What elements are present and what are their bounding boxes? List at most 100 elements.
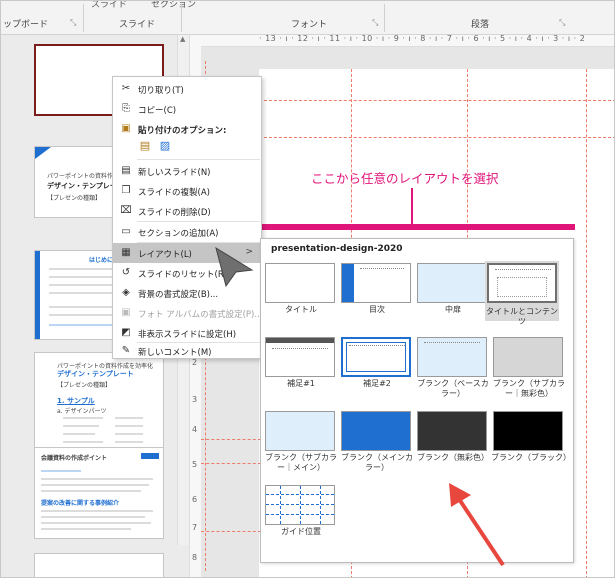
layout-preview-shape	[342, 264, 354, 302]
layout-blank-sub-main[interactable]: ブランク（サブカラー｜メイン）	[265, 411, 337, 472]
ruler-number: 7	[192, 523, 198, 532]
thumbnail-title: はじめに	[89, 257, 114, 264]
paste-picture-icon[interactable]: ▨	[158, 139, 172, 153]
layout-section[interactable]: 中扉	[417, 263, 489, 318]
guide-line	[259, 100, 614, 101]
guide-line	[201, 531, 261, 532]
clipboard-launcher-icon[interactable]: ⤡	[70, 18, 76, 28]
ribbon: スライド セクション ップボード ⤡ スライド フォント ⤡ 段落 ⤡	[1, 1, 614, 35]
menu-item-duplicate-slide[interactable]: ❐ スライドの複製(A)	[113, 181, 261, 201]
layout-preview-shape	[266, 338, 334, 343]
new-slide-icon: ▤	[121, 165, 131, 176]
horizontal-ruler: · 13 · ı · 12 · ı · 11 · ı · 10 · ı · 9 …	[201, 34, 614, 47]
photo-album-icon: ▣	[121, 307, 131, 318]
thumbnail-line	[63, 441, 103, 443]
ruler-number: 4	[192, 425, 198, 434]
menu-item-delete-slide[interactable]: ⌧ スライドの削除(D)	[113, 201, 261, 221]
menu-item-label: フォト アルバムの書式設定(P)...	[138, 310, 263, 320]
thumbnail-line	[63, 425, 99, 427]
ribbon-group-clipboard: ップボード	[3, 20, 49, 30]
ribbon-slide-item[interactable]: スライド	[91, 1, 127, 10]
menu-item-copy[interactable]: ⎘ コピー(C)	[113, 99, 261, 119]
layout-thumbnail	[493, 411, 563, 451]
thumbnail-line	[41, 470, 81, 472]
ribbon-separator	[384, 4, 385, 32]
menu-separator	[137, 159, 260, 160]
menu-item-label: セクションの追加(A)	[138, 229, 219, 239]
layout-title-content[interactable]: タイトルとコンテンツ	[485, 261, 559, 326]
layout-blank-sub-neutral[interactable]: ブランク（サブカラー｜無彩色）	[493, 337, 565, 398]
delete-slide-icon: ⌧	[120, 205, 132, 216]
layout-caption: 中扉	[445, 305, 461, 314]
paste-keep-format-icon[interactable]: ▤	[138, 139, 152, 153]
layout-preview-line	[272, 348, 328, 349]
layout-icon: ▦	[121, 247, 131, 258]
guide-line	[201, 439, 261, 440]
layout-caption: 目次	[369, 305, 385, 314]
paragraph-launcher-icon[interactable]: ⤡	[559, 18, 565, 28]
layout-toc[interactable]: 目次	[341, 263, 413, 318]
slide-thumbnail-5[interactable]: 会議資料の作成ポイント 提案の改善に関する事例紹介	[34, 447, 164, 539]
thumbnail-section: 1. サンプル	[57, 397, 95, 405]
layout-supplement-1[interactable]: 補足#1	[265, 337, 337, 392]
layout-thumbnail	[265, 411, 335, 451]
layout-thumbnail	[265, 485, 335, 525]
thumbnail-title: デザイン・テンプレート	[57, 370, 134, 378]
menu-item-label: スライドの複製(A)	[138, 188, 210, 198]
menu-item-label: 背景の書式設定(B)...	[138, 290, 219, 300]
annotation-connector	[411, 188, 413, 224]
layout-preview-line	[349, 345, 405, 346]
thumbnail-line	[41, 522, 151, 524]
thumbnail-line	[115, 425, 143, 427]
menu-item-label: 新しいスライド(N)	[138, 168, 211, 178]
layout-thumbnail	[417, 337, 487, 377]
thumbnail-item: a. デザインパーツ	[57, 408, 107, 415]
layout-preview-line	[424, 342, 480, 343]
layout-blank-neutral[interactable]: ブランク（無彩色）	[417, 411, 489, 466]
slide-thumbnail-6[interactable]	[34, 553, 164, 577]
context-menu: ✂ 切り取り(T) ⎘ コピー(C) ▣ 貼り付けのオプション: ▤ ▨ ▤ 新…	[112, 76, 262, 359]
ribbon-group-font: フォント	[291, 20, 328, 30]
thumbnail-line	[115, 417, 143, 419]
layout-caption: ブランク（ブラック）	[491, 453, 571, 462]
font-launcher-icon[interactable]: ⤡	[372, 18, 378, 28]
menu-item-new-slide[interactable]: ▤ 新しいスライド(N)	[113, 161, 261, 181]
thumbnail-line	[41, 510, 153, 512]
guide-line	[201, 463, 261, 464]
ruler-number: 8	[192, 553, 198, 562]
layout-preview-line	[266, 494, 334, 495]
layout-preview-box	[497, 277, 547, 297]
layout-preview-box	[346, 342, 406, 372]
menu-item-hide-slide[interactable]: ◩ 非表示スライドに設定(H)	[113, 323, 261, 343]
layout-thumbnail	[265, 263, 335, 303]
layout-caption: ブランク（サブカラー｜メイン）	[265, 453, 337, 472]
layout-title[interactable]: タイトル	[265, 263, 337, 318]
layout-preview-line	[495, 269, 551, 270]
thumbnail-line	[41, 478, 153, 480]
layout-caption: 補足#1	[287, 379, 315, 388]
layout-preview-line	[266, 514, 334, 515]
layout-thumbnail	[417, 263, 487, 303]
ribbon-group-paragraph: 段落	[471, 20, 490, 30]
scroll-up-icon[interactable]: ▲	[180, 35, 185, 43]
layout-preview-line	[320, 486, 321, 524]
layout-blank-base[interactable]: ブランク（ベースカラー）	[417, 337, 489, 398]
thumbnail-line	[41, 490, 141, 492]
layout-supplement-2[interactable]: 補足#2	[341, 337, 413, 392]
menu-item-add-section[interactable]: ▭ セクションの追加(A)	[113, 222, 261, 242]
layout-thumbnail	[341, 411, 411, 451]
layout-caption: ブランク（無彩色）	[417, 453, 489, 462]
ribbon-separator	[181, 4, 182, 32]
powerpoint-window: スライド セクション ップボード ⤡ スライド フォント ⤡ 段落 ⤡ パワーポ…	[0, 0, 615, 578]
menu-item-new-comment[interactable]: ✎ 新しいコメント(M)	[113, 341, 261, 361]
duplicate-slide-icon: ❐	[121, 185, 131, 196]
menu-item-cut[interactable]: ✂ 切り取り(T)	[113, 79, 261, 99]
layout-blank-main[interactable]: ブランク（メインカラー）	[341, 411, 413, 472]
layout-caption: ブランク（サブカラー｜無彩色）	[493, 379, 565, 398]
ruler-number: 5	[192, 460, 198, 469]
layout-blank-black[interactable]: ブランク（ブラック）	[491, 411, 571, 466]
layout-guide-position[interactable]: ガイド位置	[265, 485, 337, 540]
thumbnail-line	[63, 417, 103, 419]
ribbon-section-item[interactable]: セクション	[151, 1, 196, 10]
ribbon-separator	[83, 4, 84, 32]
